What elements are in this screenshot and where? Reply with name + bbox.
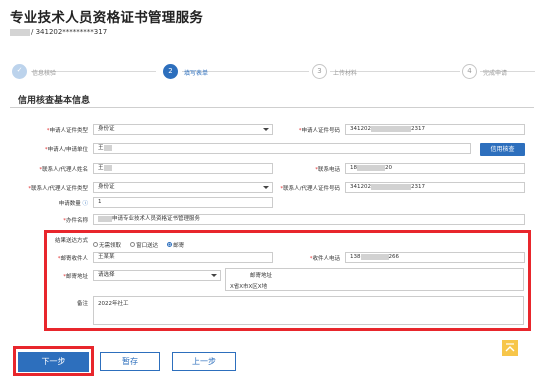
back-to-top-button[interactable] bbox=[502, 340, 518, 356]
recipient-phone-label: *收件人电话 bbox=[309, 256, 340, 262]
radio-no-pickup[interactable] bbox=[93, 242, 98, 247]
applicant-id-type-label: *申请人证件类型 bbox=[46, 128, 88, 134]
step-1-check-icon: ✓ bbox=[12, 64, 27, 79]
chevron-down-icon bbox=[263, 128, 269, 131]
user-id-text: / 341202*********317 bbox=[31, 28, 108, 36]
radio-mail[interactable] bbox=[167, 242, 173, 247]
redacted-text bbox=[357, 164, 385, 171]
redacted-name bbox=[10, 28, 30, 36]
arrow-up-icon bbox=[505, 343, 515, 352]
matter-name-input[interactable]: 申请专业技术人员资格证书管理服务 bbox=[93, 214, 525, 225]
matter-name-label: *办件名称 bbox=[63, 218, 88, 224]
section-divider bbox=[10, 107, 534, 108]
remark-label: 备注 bbox=[76, 301, 88, 307]
redacted-text bbox=[371, 183, 411, 190]
step-3-label: 上传材料 bbox=[333, 70, 358, 77]
contact-name-label: *联系人/代理人姓名 bbox=[39, 167, 88, 173]
apply-count-input[interactable]: 1 bbox=[93, 197, 273, 208]
applicant-id-number-input[interactable]: 341202 2317 bbox=[345, 124, 525, 135]
redacted-text bbox=[371, 125, 411, 132]
recipient-phone-input[interactable]: 138 266 bbox=[345, 252, 525, 263]
contact-phone-label: *联系电话 bbox=[315, 167, 340, 173]
applicant-name-label: *申请人/申请单位 bbox=[44, 147, 88, 153]
step-2-number: 2 bbox=[163, 64, 178, 79]
contact-phone-input[interactable]: 18 20 bbox=[345, 163, 525, 174]
mail-address-detail-value: X省X市X区X地 bbox=[230, 284, 268, 290]
recipient-label: *邮寄收件人 bbox=[57, 256, 88, 262]
credit-check-button[interactable]: 信用核查 bbox=[480, 143, 525, 156]
contact-id-type-select[interactable]: 身份证 bbox=[93, 182, 273, 193]
delivery-method-radios: 无需领取 窗口送达 邮寄 bbox=[93, 234, 188, 253]
mail-address-detail-title: 邮寄地址 bbox=[250, 273, 273, 279]
applicant-name-input[interactable]: 王 bbox=[93, 143, 471, 154]
remark-textarea[interactable]: 2022年社工 bbox=[93, 296, 524, 325]
save-draft-button[interactable]: 暂存 bbox=[100, 352, 160, 371]
contact-id-type-label: *联系人/代理人证件类型 bbox=[28, 186, 88, 192]
apply-count-label: 申请数量 ⓘ bbox=[58, 201, 88, 207]
user-id-line: / 341202*********317 bbox=[10, 28, 107, 36]
contact-name-input[interactable]: 王 bbox=[93, 163, 273, 174]
mail-address-detail-textarea[interactable]: 邮寄地址 X省X市X区X地 bbox=[225, 268, 524, 291]
step-2-label: 填写表单 bbox=[184, 70, 209, 77]
contact-id-number-label: *联系人/代理人证件号码 bbox=[280, 186, 340, 192]
redacted-text bbox=[103, 164, 112, 171]
step-3-number: 3 bbox=[312, 64, 327, 79]
redacted-text bbox=[360, 253, 389, 260]
next-step-button[interactable]: 下一步 bbox=[18, 352, 89, 372]
step-1-label: 信息核验 bbox=[32, 70, 57, 77]
delivery-method-label: 结果送达方式 bbox=[54, 238, 88, 244]
redacted-text bbox=[98, 215, 112, 222]
previous-step-button[interactable]: 上一步 bbox=[172, 352, 236, 371]
section-title: 信用核查基本信息 bbox=[18, 96, 91, 106]
mail-address-label: *邮寄地址 bbox=[63, 274, 88, 280]
radio-window-delivery[interactable] bbox=[130, 242, 136, 247]
applicant-id-type-select[interactable]: 身份证 bbox=[93, 124, 273, 135]
help-icon[interactable]: ⓘ bbox=[82, 201, 88, 207]
recipient-input[interactable]: 王某某 bbox=[93, 252, 273, 263]
mail-address-select[interactable]: 请选择 bbox=[93, 270, 221, 281]
chevron-down-icon bbox=[211, 274, 217, 277]
chevron-down-icon bbox=[263, 186, 269, 189]
step-4-number: 4 bbox=[462, 64, 477, 79]
applicant-id-number-label: *申请人证件号码 bbox=[298, 128, 340, 134]
contact-id-number-input[interactable]: 341202 2317 bbox=[345, 182, 525, 193]
step-4-label: 完成申请 bbox=[483, 70, 508, 77]
redacted-text bbox=[103, 144, 112, 151]
page-title: 专业技术人员资格证书管理服务 bbox=[10, 10, 204, 26]
